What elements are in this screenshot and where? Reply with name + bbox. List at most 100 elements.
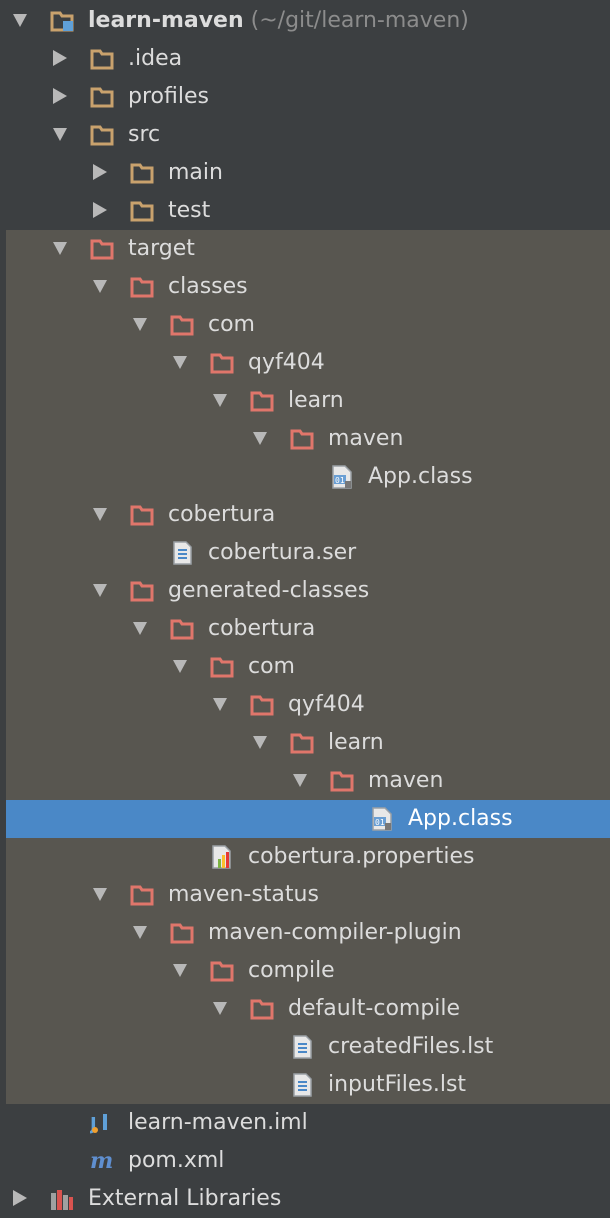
- expand-arrow-icon[interactable]: [133, 318, 147, 331]
- tree-row[interactable]: generated-classes: [0, 572, 610, 610]
- tree-row[interactable]: learn: [0, 382, 610, 420]
- text-file-icon: [170, 541, 194, 565]
- tree-item-label: maven: [328, 426, 404, 451]
- tree-row[interactable]: 01 App.class: [0, 800, 610, 838]
- tree-item-label: profiles: [128, 84, 209, 109]
- tree-item-label: main: [168, 160, 223, 185]
- tree-item-label: default-compile: [288, 996, 461, 1021]
- excluded-folder-icon: [250, 997, 274, 1021]
- tree-row[interactable]: cobertura: [0, 610, 610, 648]
- excluded-folder-icon: [170, 921, 194, 945]
- excluded-folder-icon: [290, 427, 314, 451]
- tree-item-label: cobertura.ser: [208, 540, 357, 565]
- tree-item-label: createdFiles.lst: [328, 1034, 494, 1059]
- tree-item-label: App.class: [408, 806, 513, 831]
- expand-arrow-icon[interactable]: [93, 280, 107, 293]
- expand-arrow-icon[interactable]: [213, 394, 227, 407]
- collapse-arrow-icon[interactable]: [53, 88, 67, 104]
- tree-item-label: App.class: [368, 464, 473, 489]
- excluded-folder-icon: [210, 351, 234, 375]
- tree-row[interactable]: createdFiles.lst: [0, 1028, 610, 1066]
- tree-row[interactable]: com: [0, 648, 610, 686]
- collapse-arrow-icon[interactable]: [53, 50, 67, 66]
- tree-row[interactable]: Jlearn-maven.iml: [0, 1104, 610, 1142]
- project-name: learn-maven: [88, 8, 244, 33]
- excluded-folder-icon: [90, 237, 114, 261]
- external-libraries-icon: [50, 1187, 74, 1211]
- excluded-folder-icon: [210, 655, 234, 679]
- tree-item-label: cobertura: [208, 616, 316, 641]
- tree-row[interactable]: inputFiles.lst: [0, 1066, 610, 1104]
- tree-row[interactable]: 01 App.class: [0, 458, 610, 496]
- folder-icon: [90, 85, 114, 109]
- expand-arrow-icon[interactable]: [213, 698, 227, 711]
- tree-item-label: cobertura: [168, 502, 276, 527]
- folder-icon: [90, 47, 114, 71]
- excluded-folder-icon: [330, 769, 354, 793]
- tree-item-label: generated-classes: [168, 578, 370, 603]
- collapse-arrow-icon[interactable]: [93, 202, 107, 218]
- tree-row[interactable]: cobertura.ser: [0, 534, 610, 572]
- expand-arrow-icon[interactable]: [13, 14, 27, 27]
- expand-arrow-icon[interactable]: [253, 736, 267, 749]
- tree-row[interactable]: classes: [0, 268, 610, 306]
- svg-text:01: 01: [335, 476, 345, 485]
- tree-row[interactable]: m pom.xml: [0, 1142, 610, 1180]
- expand-arrow-icon[interactable]: [53, 242, 67, 255]
- iml-file-icon: J: [88, 1111, 114, 1135]
- expand-arrow-icon[interactable]: [173, 964, 187, 977]
- tree-row[interactable]: compile: [0, 952, 610, 990]
- expand-arrow-icon[interactable]: [213, 1002, 227, 1015]
- tree-row[interactable]: maven: [0, 420, 610, 458]
- tree-item-label: compile: [248, 958, 335, 983]
- svg-text:01: 01: [375, 818, 385, 827]
- tree-row[interactable]: learn: [0, 724, 610, 762]
- expand-arrow-icon[interactable]: [293, 774, 307, 787]
- excluded-folder-icon: [290, 731, 314, 755]
- tree-item-label: target: [128, 236, 195, 261]
- collapse-arrow-icon[interactable]: [93, 164, 107, 180]
- project-root-label: learn-maven (~/git/learn-maven): [88, 7, 469, 35]
- project-tree: learn-maven (~/git/learn-maven) .idea pro…: [0, 0, 610, 1218]
- expand-arrow-icon[interactable]: [173, 660, 187, 673]
- tree-row[interactable]: cobertura: [0, 496, 610, 534]
- tree-row[interactable]: default-compile: [0, 990, 610, 1028]
- tree-item-label: classes: [168, 274, 248, 299]
- project-path-hint: (~/git/learn-maven): [250, 8, 469, 33]
- tree-item-label: learn: [328, 730, 384, 755]
- tree-item-label: .idea: [128, 46, 183, 71]
- tree-row[interactable]: .idea: [0, 40, 610, 78]
- tree-row[interactable]: src: [0, 116, 610, 154]
- tree-row[interactable]: maven-status: [0, 876, 610, 914]
- expand-arrow-icon[interactable]: [133, 622, 147, 635]
- tree-row[interactable]: target: [0, 230, 610, 268]
- tree-row[interactable]: maven: [0, 762, 610, 800]
- expand-arrow-icon[interactable]: [93, 508, 107, 521]
- tree-item-label: External Libraries: [88, 1186, 282, 1211]
- tree-item-label: maven-status: [168, 882, 319, 907]
- expand-arrow-icon[interactable]: [93, 584, 107, 597]
- tree-row[interactable]: maven-compiler-plugin: [0, 914, 610, 952]
- properties-file-icon: [210, 845, 234, 869]
- expand-arrow-icon[interactable]: [173, 356, 187, 369]
- folder-icon: [130, 199, 154, 223]
- tree-row[interactable]: cobertura.properties: [0, 838, 610, 876]
- expand-arrow-icon[interactable]: [133, 926, 147, 939]
- tree-row[interactable]: External Libraries: [0, 1180, 610, 1218]
- tree-row[interactable]: test: [0, 192, 610, 230]
- tree-row[interactable]: main: [0, 154, 610, 192]
- tree-item-label: learn-maven.iml: [128, 1110, 308, 1135]
- module-folder-icon: [50, 9, 74, 33]
- excluded-folder-icon: [170, 617, 194, 641]
- tree-row[interactable]: profiles: [0, 78, 610, 116]
- expand-arrow-icon[interactable]: [253, 432, 267, 445]
- collapse-arrow-icon[interactable]: [13, 1190, 27, 1206]
- tree-row-project-root[interactable]: learn-maven (~/git/learn-maven): [0, 2, 610, 40]
- tree-row[interactable]: com: [0, 306, 610, 344]
- expand-arrow-icon[interactable]: [53, 128, 67, 141]
- tree-item-label: com: [208, 312, 255, 337]
- tree-row[interactable]: qyf404: [0, 344, 610, 382]
- maven-pom-icon: m: [90, 1148, 114, 1174]
- tree-row[interactable]: qyf404: [0, 686, 610, 724]
- expand-arrow-icon[interactable]: [93, 888, 107, 901]
